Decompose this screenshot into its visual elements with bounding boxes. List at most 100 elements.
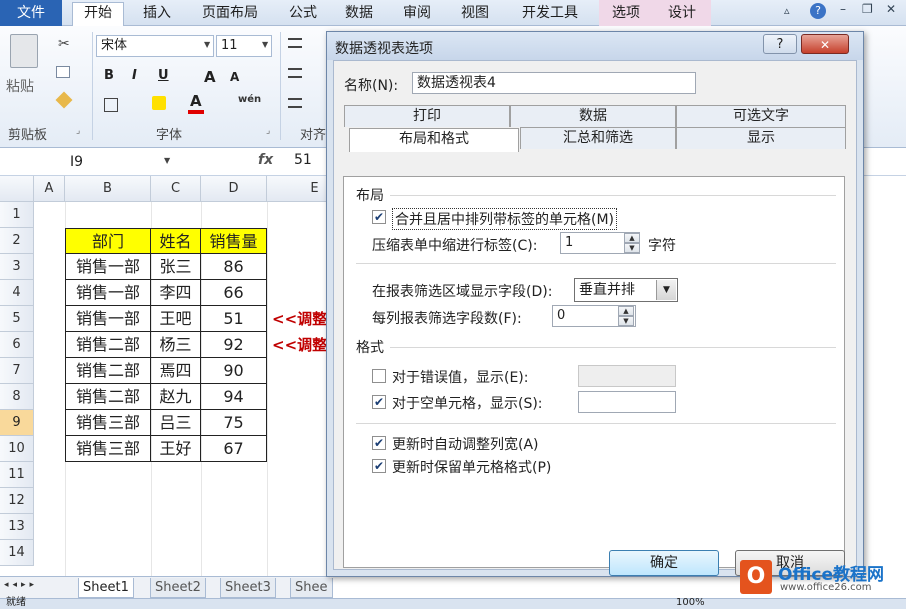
table-cell[interactable]: 赵九: [151, 384, 201, 410]
underline-button[interactable]: U: [158, 68, 169, 83]
worksheet-grid[interactable]: A B C D E 1 2 3 4 5 6 7 8 9 10 11 12 13 14 部门 姓名 销售量 销售一…: [0, 176, 330, 576]
autofit-checkbox[interactable]: ✔: [372, 436, 386, 450]
shrink-font-button[interactable]: A: [230, 70, 239, 84]
table-cell[interactable]: 吕三: [151, 410, 201, 436]
clipboard-launcher-icon[interactable]: ⌟: [76, 126, 80, 136]
ribbon-minimize-icon[interactable]: ▵: [784, 4, 798, 20]
spin-down-icon[interactable]: ▼: [618, 316, 634, 326]
empty-cell-checkbox[interactable]: ✔: [372, 395, 386, 409]
pivottable-name-input[interactable]: 数据透视表4: [412, 72, 696, 94]
column-header[interactable]: B: [65, 176, 151, 202]
empty-cell-input[interactable]: [578, 391, 676, 413]
sheet-tab[interactable]: Shee: [290, 578, 333, 598]
table-cell[interactable]: 销售一部: [65, 254, 151, 280]
table-cell[interactable]: 75: [201, 410, 267, 436]
window-restore-icon[interactable]: ❐: [862, 2, 873, 16]
table-header-cell[interactable]: 姓名: [151, 228, 201, 254]
column-header[interactable]: D: [201, 176, 267, 202]
chevron-down-icon[interactable]: ▼: [204, 40, 210, 49]
tab-print[interactable]: 打印: [344, 105, 510, 127]
table-cell[interactable]: 86: [201, 254, 267, 280]
tab-totals-filters[interactable]: 汇总和筛选: [520, 127, 676, 149]
tab-insert[interactable]: 插入: [134, 3, 180, 25]
window-close-icon[interactable]: ✕: [886, 2, 896, 16]
tab-review[interactable]: 审阅: [394, 3, 440, 25]
merge-center-checkbox[interactable]: ✔: [372, 210, 386, 224]
error-value-label[interactable]: 对于错误值，显示(E):: [392, 367, 529, 387]
tab-design[interactable]: 设计: [653, 0, 711, 26]
align-left-icon[interactable]: [288, 68, 302, 78]
zoom-level[interactable]: 100%: [676, 597, 705, 609]
help-icon[interactable]: ?: [810, 3, 826, 19]
row-header[interactable]: 12: [0, 488, 34, 514]
tab-home[interactable]: 开始: [72, 2, 124, 26]
table-cell[interactable]: 王好: [151, 436, 201, 462]
table-cell[interactable]: 王吧: [151, 306, 201, 332]
table-cell[interactable]: 杨三: [151, 332, 201, 358]
row-header[interactable]: 1: [0, 202, 34, 228]
preserve-format-label[interactable]: 更新时保留单元格格式(P): [392, 457, 551, 477]
tab-page-layout[interactable]: 页面布局: [192, 3, 268, 25]
dialog-titlebar[interactable]: 数据透视表选项 ? ✕: [327, 32, 863, 60]
tab-layout-format[interactable]: 布局和格式: [349, 128, 519, 152]
tab-alt-text[interactable]: 可选文字: [676, 105, 846, 127]
italic-button[interactable]: I: [132, 68, 137, 83]
tab-file[interactable]: 文件: [0, 0, 62, 26]
sheet-tab[interactable]: Sheet2: [150, 578, 206, 598]
row-header[interactable]: 8: [0, 384, 34, 410]
table-header-cell[interactable]: 销售量: [201, 228, 267, 254]
preserve-format-checkbox[interactable]: ✔: [372, 459, 386, 473]
spin-up-icon[interactable]: ▲: [624, 233, 640, 243]
row-header[interactable]: 3: [0, 254, 34, 280]
table-cell[interactable]: 94: [201, 384, 267, 410]
table-header-cell[interactable]: 部门: [65, 228, 151, 254]
name-box[interactable]: I9: [62, 152, 174, 172]
table-cell[interactable]: 销售三部: [65, 410, 151, 436]
bold-button[interactable]: B: [104, 68, 114, 83]
table-cell[interactable]: 销售一部: [65, 306, 151, 332]
font-color-icon[interactable]: A: [190, 92, 202, 110]
table-cell[interactable]: 销售二部: [65, 384, 151, 410]
tab-data[interactable]: 数据: [336, 3, 382, 25]
table-cell[interactable]: 李四: [151, 280, 201, 306]
tab-data[interactable]: 数据: [510, 105, 676, 127]
table-cell[interactable]: 90: [201, 358, 267, 384]
row-header[interactable]: 2: [0, 228, 34, 254]
font-launcher-icon[interactable]: ⌟: [266, 126, 270, 136]
chevron-down-icon[interactable]: ▼: [262, 40, 268, 49]
cut-icon[interactable]: ✂: [58, 36, 70, 52]
table-cell[interactable]: 66: [201, 280, 267, 306]
column-header[interactable]: E: [267, 176, 330, 202]
function-icon[interactable]: fx: [258, 152, 273, 168]
row-header[interactable]: 5: [0, 306, 34, 332]
table-cell[interactable]: 销售二部: [65, 358, 151, 384]
fill-color-icon[interactable]: [152, 96, 166, 110]
row-header[interactable]: 7: [0, 358, 34, 384]
row-header[interactable]: 13: [0, 514, 34, 540]
merge-center-label[interactable]: 合并且居中排列带标签的单元格(M): [392, 208, 618, 230]
indent-icon[interactable]: [288, 98, 302, 108]
dialog-close-button[interactable]: ✕: [801, 34, 849, 54]
dialog-help-button[interactable]: ?: [763, 34, 797, 54]
column-header[interactable]: A: [34, 176, 65, 202]
row-header[interactable]: 14: [0, 540, 34, 566]
paste-icon[interactable]: [10, 34, 38, 68]
row-header[interactable]: 9: [0, 410, 34, 436]
sheet-nav-icon[interactable]: ◂◂▸▸: [4, 580, 38, 590]
ok-button[interactable]: 确定: [609, 550, 719, 576]
tab-developer[interactable]: 开发工具: [512, 3, 588, 25]
sheet-tab[interactable]: Sheet3: [220, 578, 276, 598]
row-header[interactable]: 4: [0, 280, 34, 306]
format-painter-icon[interactable]: [55, 91, 73, 109]
border-icon[interactable]: [104, 98, 118, 112]
align-top-icon[interactable]: [288, 38, 302, 48]
spin-down-icon[interactable]: ▼: [624, 243, 640, 253]
spin-up-icon[interactable]: ▲: [618, 306, 634, 316]
formula-input[interactable]: 51: [294, 152, 312, 168]
phonetic-button[interactable]: wén: [238, 94, 261, 105]
table-cell[interactable]: 焉四: [151, 358, 201, 384]
table-cell[interactable]: 销售三部: [65, 436, 151, 462]
window-minimize-icon[interactable]: –: [840, 2, 846, 16]
tab-options[interactable]: 选项: [599, 0, 653, 26]
copy-icon[interactable]: [56, 66, 70, 78]
